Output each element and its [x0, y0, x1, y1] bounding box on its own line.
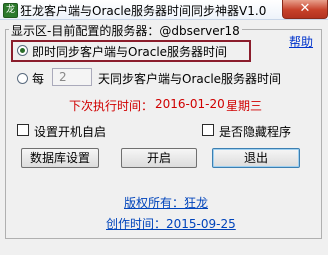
exit-button[interactable]: 退出: [212, 148, 300, 168]
hide-program-checkbox[interactable]: [202, 124, 214, 136]
every-suffix-label: 天同步客户端与Oracle服务器时间: [98, 72, 282, 86]
sync-now-label[interactable]: 即时同步客户端与Oracle服务器时间: [32, 43, 227, 60]
autostart-label[interactable]: 设置开机自启: [34, 123, 106, 140]
window-title: 狂龙客户端与Oracle服务器时间同步神器V1.0: [20, 4, 267, 18]
title-bar: 龙 狂龙客户端与Oracle服务器时间同步神器V1.0 ✕: [0, 0, 328, 20]
sync-now-radio[interactable]: [17, 45, 28, 56]
periodic-sync-radio[interactable]: [17, 73, 28, 84]
every-prefix-label: 每: [32, 72, 45, 86]
db-settings-button[interactable]: 数据库设置: [21, 148, 99, 168]
next-run-date: 2016-01-20: [155, 97, 225, 111]
hide-program-label[interactable]: 是否隐藏程序: [219, 123, 291, 140]
group-legend: 显示区-目前配置的服务器：@dbserver18: [9, 22, 242, 39]
help-link[interactable]: 帮助: [289, 33, 313, 50]
created-date-link[interactable]: 创作时间：2015-09-25: [106, 215, 236, 232]
close-button[interactable]: ✕: [282, 0, 328, 19]
days-input[interactable]: 2: [52, 68, 92, 86]
next-run-label: 下次执行时间：: [69, 99, 154, 113]
next-run-weekday: 星期三: [226, 99, 263, 113]
start-button[interactable]: 开启: [121, 148, 197, 168]
app-dragon-icon: 龙: [3, 3, 18, 18]
copyright-link[interactable]: 版权所有：狂龙: [124, 194, 208, 211]
autostart-checkbox[interactable]: [17, 124, 29, 136]
